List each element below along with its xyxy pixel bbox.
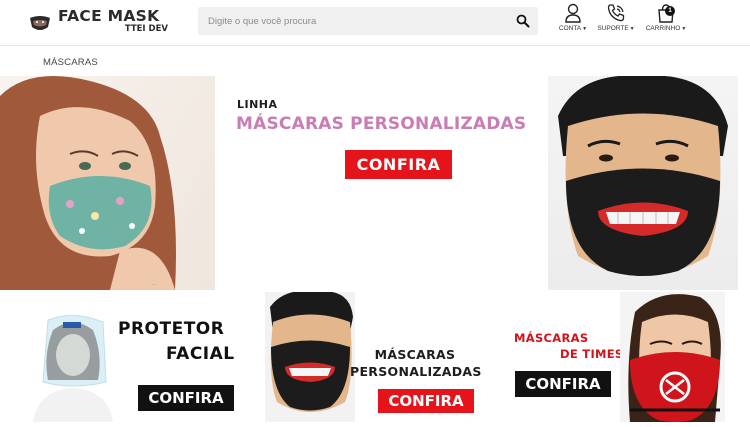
promo-title-line: FACIAL [166, 344, 235, 364]
promo-protetor-title: PROTETOR FACIAL [118, 317, 235, 367]
promo-mascaras-personalizadas[interactable]: MÁSCARAS PERSONALIZADAS CONFIRA [265, 292, 485, 422]
promo-title-line: DE TIMES [560, 347, 624, 361]
search-icon[interactable] [516, 14, 530, 28]
user-icon [565, 3, 581, 23]
account-menu[interactable]: CONTA▼ [558, 3, 588, 32]
promo-protetor-facial[interactable]: PROTETOR FACIAL CONFIRA [28, 292, 248, 422]
cart-count-badge: 1 [665, 6, 675, 16]
face-shield-woman-image [33, 315, 113, 422]
promo-title-line: PROTETOR [118, 319, 225, 339]
image-credit: ... [152, 281, 157, 287]
hero-title: MÁSCARAS PERSONALIZADAS [236, 114, 527, 134]
brand-text: FACE MASK TTEI DEV [58, 6, 168, 40]
promo-times-title: MÁSCARAS DE TIMES [514, 330, 624, 362]
mask-logo-icon [30, 16, 50, 30]
man-with-mask-image [548, 76, 738, 290]
support-menu[interactable]: SUPORTE▼ [596, 3, 636, 32]
promo-title-line: PERSONALIZADAS [350, 364, 482, 379]
account-label: CONTA [558, 25, 582, 32]
brand-subtitle: TTEI DEV [124, 24, 168, 34]
breadcrumb[interactable]: MÁSCARAS [43, 57, 98, 68]
chevron-down-icon: ▼ [681, 26, 687, 32]
hero-banner[interactable]: ... LINHA MÁSCARAS PERSONALIZADAS CONFIR… [0, 76, 750, 290]
chevron-down-icon: ▼ [629, 26, 635, 32]
times-confira-button[interactable]: CONFIRA [515, 371, 611, 397]
cart-label: CARRINHO [645, 25, 681, 32]
hero-kicker: LINHA [237, 98, 278, 111]
search-bar [198, 7, 538, 35]
promo-title-line: MÁSCARAS [374, 347, 456, 362]
site-header: FACE MASK TTEI DEV CONTA▼ SUPORTE▼ 1 [0, 0, 750, 46]
support-label: SUPORTE [597, 25, 629, 32]
hero-confira-button[interactable]: CONFIRA [345, 150, 452, 179]
chevron-down-icon: ▼ [582, 26, 588, 32]
promo-title-line: MÁSCARAS [514, 331, 589, 345]
promo-mascaras-de-times[interactable]: MÁSCARAS DE TIMES CONFIRA [510, 292, 725, 422]
cart-menu[interactable]: 1 CARRINHO▼ [644, 3, 688, 32]
protetor-confira-button[interactable]: CONFIRA [138, 385, 234, 411]
phone-icon [607, 4, 625, 22]
woman-with-mask-image [0, 76, 215, 290]
search-input[interactable] [198, 7, 508, 35]
promo-personalizadas-title: MÁSCARAS PERSONALIZADAS [350, 346, 482, 380]
man-with-mask-image [265, 292, 355, 422]
woman-with-team-mask-image [620, 292, 725, 422]
brand-logo[interactable]: FACE MASK TTEI DEV [28, 6, 168, 40]
brand-title: FACE MASK [58, 7, 160, 25]
personalizadas-confira-button[interactable]: CONFIRA [378, 389, 474, 413]
